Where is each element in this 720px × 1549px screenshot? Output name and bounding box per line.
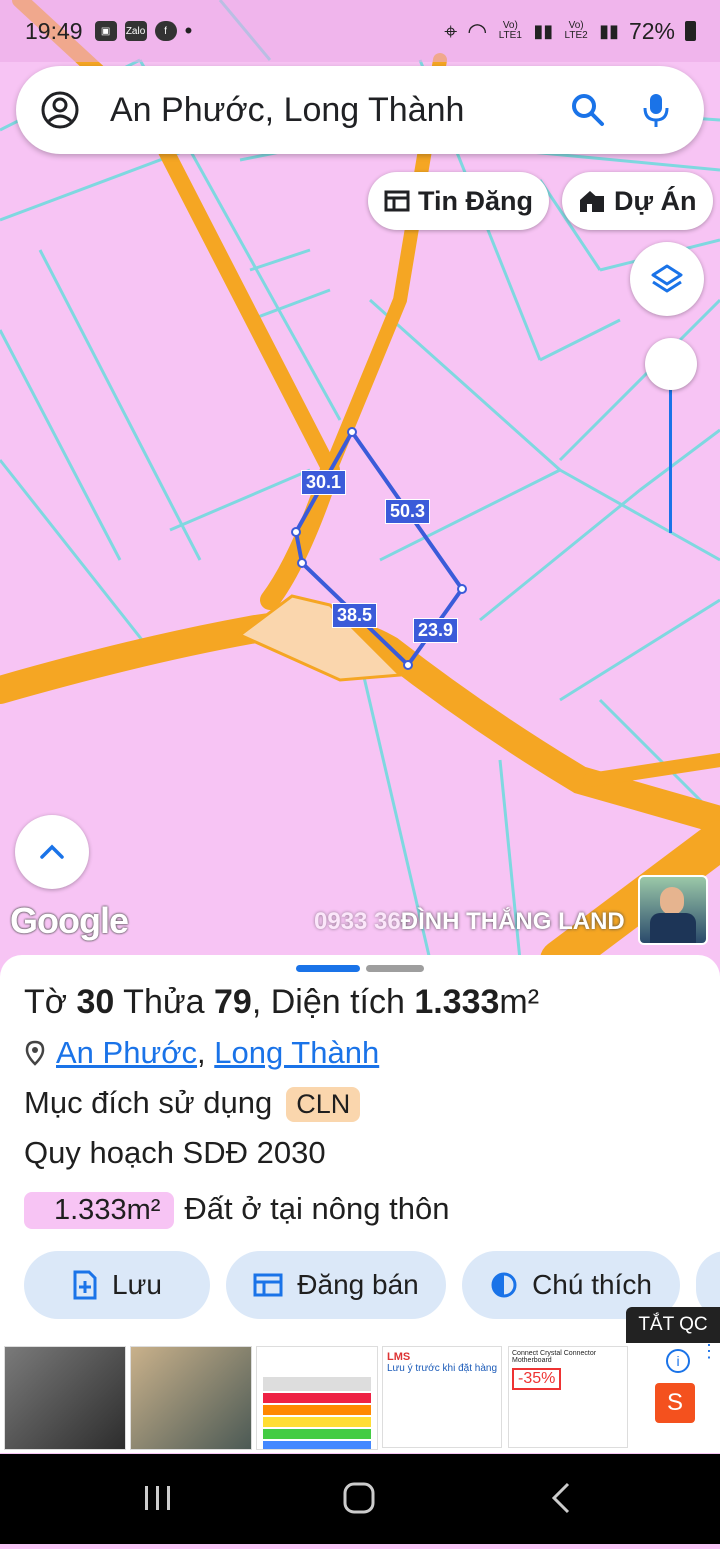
layers-icon (651, 264, 683, 293)
sheet-handle-active[interactable] (296, 965, 360, 972)
ad-item[interactable] (130, 1346, 252, 1450)
wifi-icon: ◠ (467, 17, 488, 44)
zalo-icon: Zalo (124, 21, 147, 41)
signal-icon: ▮▮ (533, 20, 554, 41)
watermark-phone: 0933 36 (314, 908, 401, 935)
search-icon[interactable] (568, 90, 608, 130)
usage-label: Mục đích sử dụng (24, 1085, 273, 1120)
ward-link[interactable]: An Phước (56, 1035, 197, 1070)
signal-icon: ▮▮ (599, 20, 619, 41)
plan-type: Đất ở tại nông thôn (184, 1191, 450, 1226)
du-an-label: Dự Án (614, 185, 697, 216)
save-button[interactable]: Lưu (24, 1251, 210, 1319)
edge-label: 23.9 (413, 618, 459, 643)
search-bar[interactable]: An Phước, Long Thành (16, 66, 704, 154)
ad-item[interactable]: Connect Crystal Connector Motherboard -3… (508, 1346, 628, 1448)
home-icon[interactable] (343, 1482, 375, 1514)
plan-area-badge: 1.333m² (24, 1192, 175, 1229)
dot-icon: • (184, 18, 193, 43)
status-bar: 19:49 ▣ Zalo f • ⌖ ◠ Vo) LTE1 ▮▮ Vo) LTE… (0, 0, 720, 62)
ad-info-icon[interactable]: i (666, 1349, 690, 1373)
sheet-number: 30 (76, 983, 115, 1021)
contrast-icon (491, 1272, 517, 1298)
tin-dang-chip[interactable]: Tin Đăng (368, 172, 550, 230)
microphone-icon[interactable] (636, 90, 676, 130)
listing-icon (253, 1273, 283, 1297)
ad-banner[interactable]: LMS Lưu ý trước khi đặt hàng Connect Cry… (0, 1342, 720, 1453)
sell-button[interactable]: Đăng bán (226, 1251, 446, 1319)
back-icon[interactable] (551, 1482, 570, 1514)
chevron-up-icon (40, 844, 64, 859)
watermark: 0933 36ĐÌNH THẮNG LAND (314, 908, 625, 936)
close-ads-button[interactable]: TẮT QC (626, 1307, 720, 1343)
save-label: Lưu (112, 1269, 162, 1300)
parcel-number: 79 (213, 983, 252, 1021)
plan-label: Quy hoạch SDĐ 2030 (24, 1135, 326, 1170)
ad-title: Lưu ý trước khi đặt hàng (387, 1363, 497, 1374)
parcel-area: 1.333 (414, 983, 500, 1021)
shop-icon[interactable]: S (655, 1383, 695, 1423)
opacity-slider-track[interactable] (669, 365, 672, 533)
ad-title: Connect Crystal Connector Motherboard (512, 1350, 597, 1364)
ad-item[interactable] (4, 1346, 126, 1450)
more-options-icon[interactable]: ⋮ (700, 1342, 718, 1360)
opacity-slider-handle[interactable] (645, 338, 697, 390)
gallery-icon: ▣ (94, 21, 117, 41)
expand-button[interactable] (15, 815, 89, 889)
district-link[interactable]: Long Thành (214, 1035, 379, 1070)
navigation-bar (0, 1454, 720, 1544)
edge-label: 50.3 (385, 499, 431, 524)
layers-button[interactable] (630, 242, 704, 316)
discount-badge: -35% (512, 1368, 562, 1390)
plan-row: 1.333m² Đất ở tại nông thôn (24, 1191, 449, 1229)
sell-label: Đăng bán (297, 1269, 419, 1300)
account-icon[interactable] (40, 90, 80, 130)
sheet-handle[interactable] (366, 965, 424, 972)
du-an-chip[interactable]: Dự Án (562, 172, 713, 230)
search-input[interactable]: An Phước, Long Thành (110, 91, 568, 130)
tin-dang-label: Tin Đăng (418, 185, 534, 216)
edge-label: 38.5 (332, 603, 378, 628)
parcel-location: An Phước, Long Thành (24, 1035, 379, 1071)
google-logo: Google (10, 900, 129, 941)
recent-apps-icon[interactable] (145, 1486, 170, 1510)
usage-row: Mục đích sử dụng CLN (24, 1085, 361, 1122)
project-icon (580, 191, 604, 212)
parcel-title: Tờ 30 Thửa 79, Diện tích 1.333m² (24, 983, 540, 1021)
battery-icon (685, 21, 696, 41)
agent-avatar[interactable] (638, 875, 708, 945)
sim2-label: Vo) LTE2 (564, 20, 588, 41)
location-icon: ⌖ (444, 17, 458, 44)
location-pin-icon (25, 1040, 45, 1066)
ad-item[interactable] (256, 1346, 378, 1450)
usage-code-badge: CLN (286, 1087, 361, 1122)
edge-label: 30.1 (301, 470, 347, 495)
ad-brand: LMS (387, 1351, 411, 1363)
legend-label: Chú thích (532, 1269, 652, 1300)
sim1-label: Vo) LTE1 (498, 20, 522, 41)
status-time: 19:49 (25, 17, 83, 44)
ad-item[interactable]: LMS Lưu ý trước khi đặt hàng (382, 1346, 502, 1448)
listing-icon (384, 190, 410, 212)
add-file-icon (73, 1270, 97, 1300)
watermark-name: ĐÌNH THẮNG LAND (400, 908, 625, 935)
parcel-info-sheet: Tờ 30 Thửa 79, Diện tích 1.333m² An Phướ… (0, 955, 720, 1345)
battery-percent: 72% (628, 17, 675, 44)
facebook-icon: f (154, 21, 177, 41)
